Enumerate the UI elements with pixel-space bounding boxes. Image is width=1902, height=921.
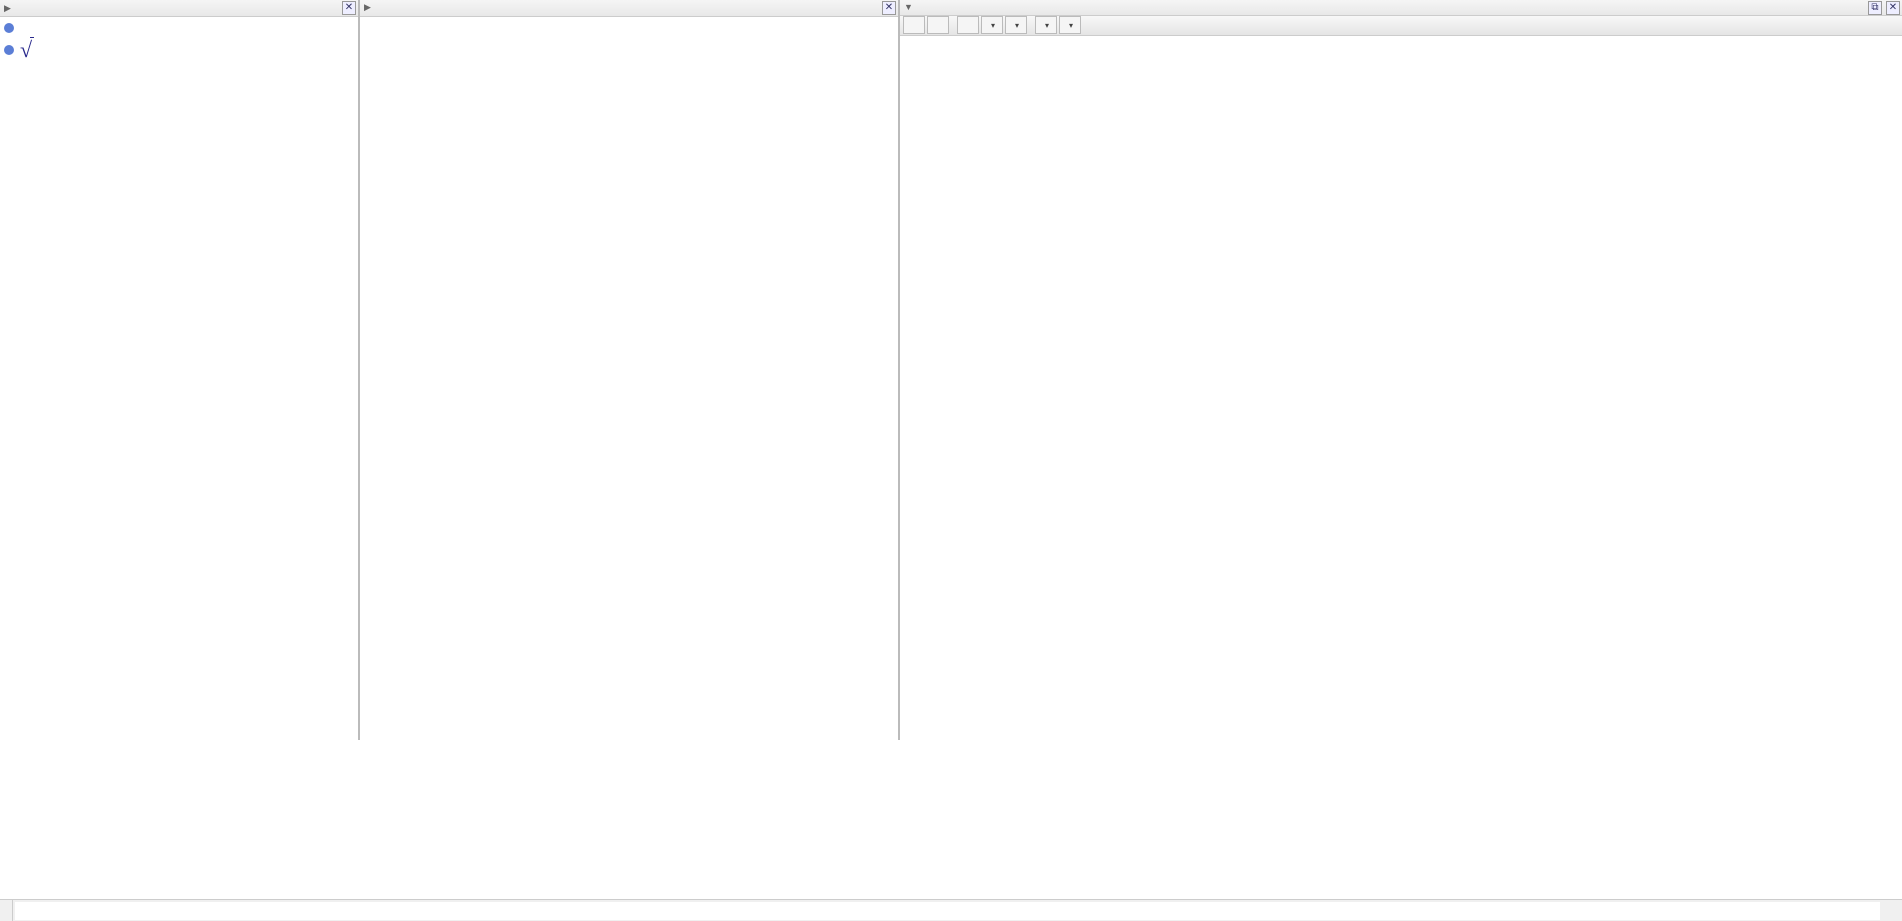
- 3d-toolbar: [900, 16, 1902, 36]
- graphics-panel: ▶ ✕: [360, 0, 900, 740]
- zoom-tool-button[interactable]: [927, 16, 949, 34]
- algebra-body: √: [0, 17, 358, 740]
- close-icon[interactable]: ✕: [882, 1, 896, 15]
- input-bar: [0, 899, 1902, 921]
- algebra-item-e[interactable]: √: [2, 35, 356, 65]
- 3d-graphics-panel: ▼ ⧉ ✕: [900, 0, 1902, 740]
- algebra-item-a[interactable]: [2, 21, 356, 35]
- close-icon[interactable]: ✕: [1886, 1, 1900, 15]
- clipping-dropdown[interactable]: [1059, 16, 1081, 34]
- close-icon[interactable]: ✕: [342, 1, 356, 15]
- projection-dropdown[interactable]: [1035, 16, 1057, 34]
- fn-e-text: √: [20, 37, 34, 63]
- graphics-header[interactable]: ▶ ✕: [360, 0, 898, 17]
- move-tool-button[interactable]: [903, 16, 925, 34]
- collapse-icon[interactable]: ▶: [364, 2, 371, 13]
- detach-icon[interactable]: ⧉: [1868, 1, 1882, 15]
- command-input[interactable]: [15, 902, 1880, 920]
- visibility-toggle-icon[interactable]: [4, 45, 14, 55]
- input-label: [0, 900, 13, 921]
- home-button[interactable]: [957, 16, 979, 34]
- algebra-header[interactable]: ▶ ✕: [0, 0, 358, 17]
- graphics-canvas[interactable]: [360, 17, 898, 740]
- plot-3d[interactable]: [900, 36, 1902, 740]
- rotate-dropdown[interactable]: [1005, 16, 1027, 34]
- plot-2d[interactable]: [360, 17, 898, 740]
- 3d-header[interactable]: ▼ ⧉ ✕: [900, 0, 1902, 16]
- 3d-canvas[interactable]: [900, 36, 1902, 740]
- collapse-icon[interactable]: ▶: [4, 3, 11, 14]
- algebra-panel: ▶ ✕ √: [0, 0, 360, 740]
- visibility-toggle-icon[interactable]: [4, 23, 14, 33]
- view-dropdown[interactable]: [981, 16, 1003, 34]
- expand-icon[interactable]: ▼: [904, 2, 913, 12]
